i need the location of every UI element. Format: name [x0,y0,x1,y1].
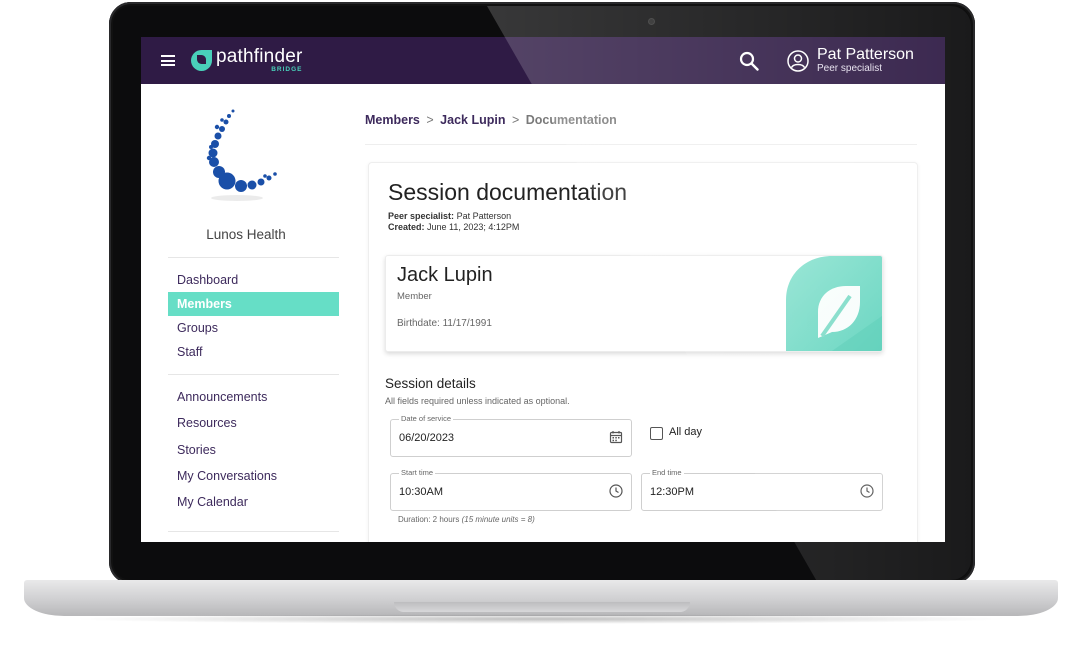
date-of-service-label: Date of service [399,414,454,423]
sidebar-divider [168,374,339,375]
created-value: June 11, 2023; 4:12PM [427,222,520,232]
laptop-shadow [70,614,1012,624]
end-time-field[interactable]: End time 12:30PM [641,468,883,511]
sidebar-item-staff[interactable]: Staff [168,340,339,364]
brand-name: pathfinder [216,46,303,68]
sidebar-item-stories[interactable]: Stories [168,437,339,463]
user-role: Peer specialist [817,63,883,74]
sidebar-item-dashboard[interactable]: Dashboard [168,268,339,292]
section-subtitle: All fields required unless indicated as … [385,396,570,406]
specialist-label: Peer specialist: [388,211,455,221]
primary-nav: Dashboard Members Groups Staff [168,268,339,364]
duration-value: Duration: 2 hours [398,515,460,524]
secondary-nav: Announcements Resources Stories My Conve… [168,384,339,515]
member-role: Member [397,291,432,302]
end-time-value: 12:30PM [650,486,695,498]
organization-name: Lunos Health [206,227,286,242]
start-time-value: 10:30AM [399,486,444,498]
member-name: Jack Lupin [397,264,493,286]
laptop-notch [394,602,690,612]
created-label: Created: [388,222,425,232]
calendar-icon[interactable] [609,430,623,444]
document-meta: Peer specialist: Pat Patterson Created: … [388,211,519,233]
all-day-checkbox[interactable] [650,427,663,440]
user-name: Pat Patterson [817,46,914,63]
sidebar-item-my-conversations[interactable]: My Conversations [168,463,339,489]
duration-units: (15 minute units = 8) [461,515,535,524]
clock-icon[interactable] [860,484,874,498]
sidebar: Lunos Health Dashboard Members Groups St… [141,84,351,542]
content-divider [365,144,917,145]
start-time-field[interactable]: Start time 10:30AM [390,468,632,511]
hamburger-icon[interactable] [161,53,175,69]
sidebar-divider [168,531,339,532]
breadcrumb-separator: > [511,113,520,127]
specialist-value: Pat Patterson [456,211,512,221]
brand-logo[interactable]: pathfinder BRIDGE [191,47,303,74]
app-screen: pathfinder BRIDGE Pat Patterson Peer spe… [141,37,945,542]
organization-logo [206,109,277,201]
sidebar-item-members[interactable]: Members [168,292,339,316]
breadcrumb-separator: > [426,113,434,127]
sidebar-divider [168,257,339,258]
all-day-label: All day [669,426,703,438]
clock-icon[interactable] [609,484,623,498]
user-menu[interactable]: Pat Patterson Peer specialist [787,46,914,75]
section-title: Session details [385,376,476,391]
sidebar-item-announcements[interactable]: Announcements [168,384,339,410]
breadcrumb-member[interactable]: Jack Lupin [440,113,505,127]
member-birthdate: Birthdate: 11/17/1991 [397,318,492,329]
sidebar-item-my-calendar[interactable]: My Calendar [168,489,339,515]
breadcrumb-current: Documentation [525,113,617,127]
start-time-label: Start time [399,468,436,477]
breadcrumb: Members > Jack Lupin > Documentation [365,113,617,127]
sidebar-item-resources[interactable]: Resources [168,410,339,436]
duration-text: Duration: 2 hours (15 minute units = 8) [398,515,535,524]
date-of-service-field[interactable]: Date of service 06/20/2023 [390,414,632,457]
leaf-badge-icon [786,256,882,351]
page-title: Session documentation [388,179,628,205]
sidebar-item-groups[interactable]: Groups [168,316,339,340]
webcam [649,19,654,24]
documentation-card: Session documentation Peer specialist: P… [368,162,918,542]
date-of-service-value: 06/20/2023 [399,432,455,444]
account-circle-icon [787,49,809,72]
brand-subtitle: BRIDGE [271,66,303,74]
top-bar: pathfinder BRIDGE Pat Patterson Peer spe… [141,37,945,84]
breadcrumb-members[interactable]: Members [365,113,420,127]
leaf-logo-icon [191,50,212,71]
end-time-label: End time [650,468,684,477]
search-icon[interactable] [739,51,759,71]
member-card[interactable]: Jack Lupin Member Birthdate: 11/17/1991 [385,255,883,352]
